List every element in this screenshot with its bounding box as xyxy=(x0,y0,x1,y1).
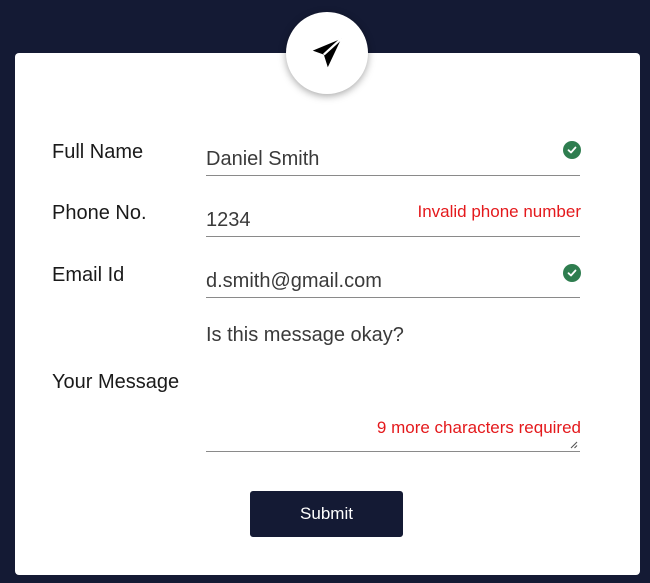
email-input[interactable] xyxy=(206,265,580,298)
message-label: Your Message xyxy=(52,371,180,393)
message-text: Is this message okay? xyxy=(206,324,404,346)
submit-button[interactable]: Submit xyxy=(250,491,403,537)
email-label: Email Id xyxy=(52,264,125,286)
message-error-message: 9 more characters required xyxy=(376,418,581,437)
phone-label: Phone No. xyxy=(52,202,147,224)
phone-error-message: Invalid phone number xyxy=(417,202,581,221)
email-valid-check-icon xyxy=(563,264,581,282)
full-name-valid-check-icon xyxy=(563,141,581,159)
full-name-input[interactable] xyxy=(206,143,580,176)
paper-plane-icon xyxy=(312,37,342,68)
full-name-label: Full Name xyxy=(52,141,144,163)
resize-handle-icon[interactable] xyxy=(569,440,578,449)
header-badge xyxy=(286,12,368,94)
